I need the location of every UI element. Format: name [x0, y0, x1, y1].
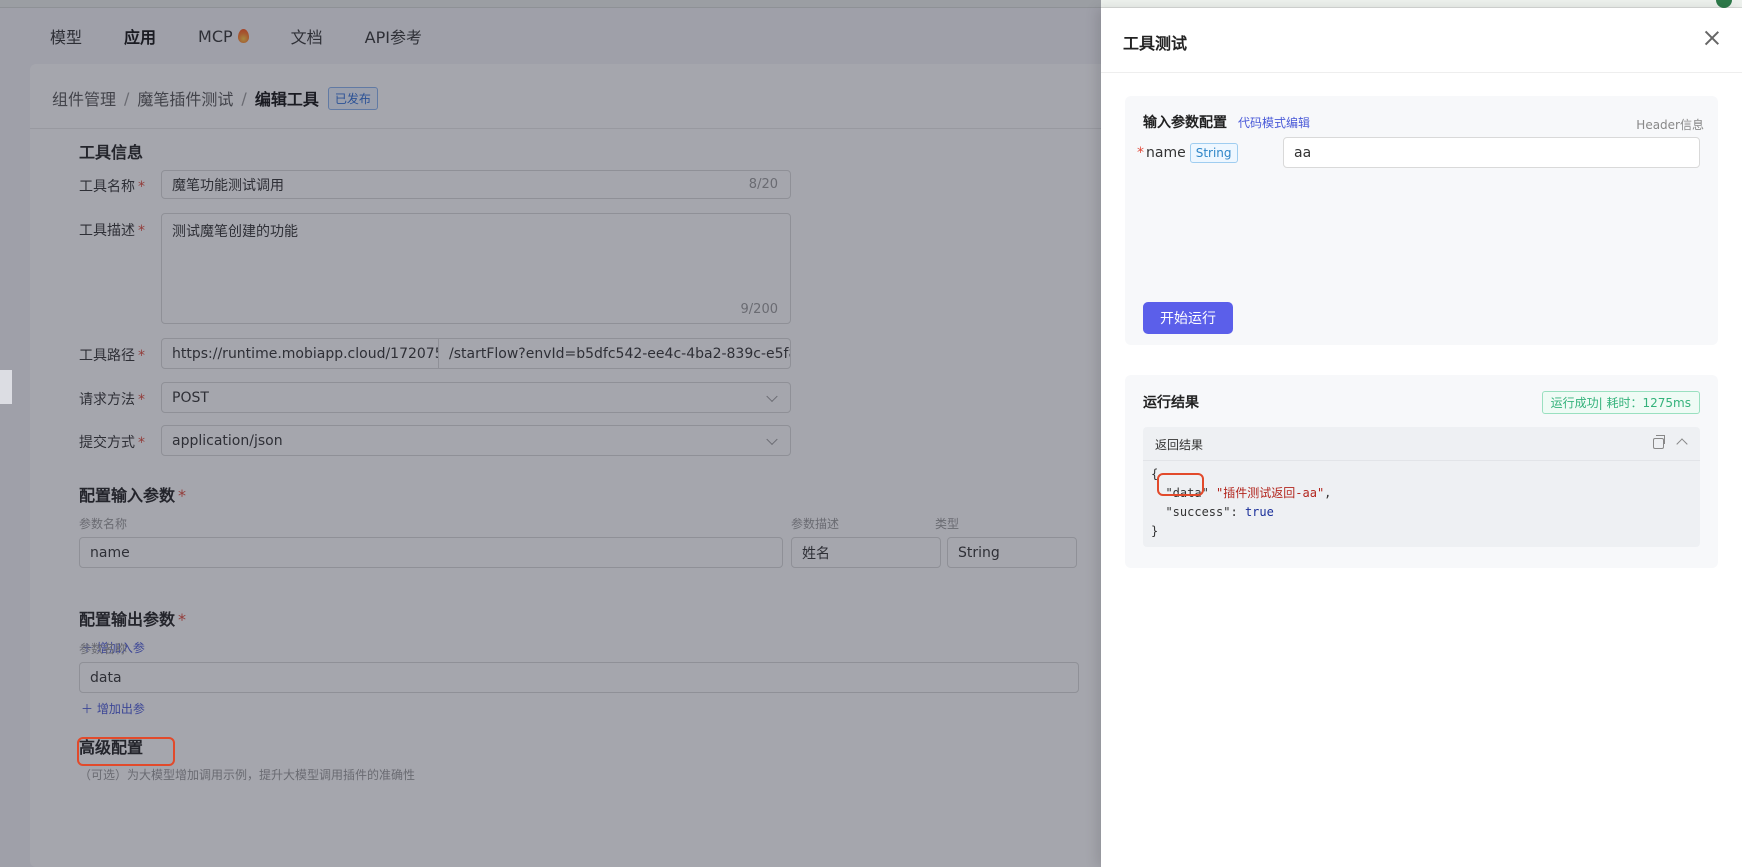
input-config-panel: 输入参数配置 代码模式编辑 Header信息 * name String aa …: [1125, 96, 1718, 345]
return-result-title: 返回结果: [1155, 438, 1204, 452]
return-result-header: 返回结果: [1143, 427, 1700, 461]
header-info-link[interactable]: Header信息: [1636, 116, 1704, 133]
param-type-tag: String: [1189, 143, 1238, 163]
param-value-input[interactable]: aa: [1283, 137, 1700, 168]
run-status-badge: 运行成功| 耗时：1275ms: [1541, 391, 1700, 414]
highlight-data-key: [1157, 473, 1204, 496]
code-mode-link[interactable]: 代码模式编辑: [1238, 114, 1310, 131]
return-result-box: 返回结果 { "data" "插件测试返回-aa", "success": tr…: [1143, 427, 1700, 547]
drawer-header: 工具测试: [1101, 8, 1742, 73]
left-edge-handle: [0, 370, 12, 404]
chevron-up-icon[interactable]: [1676, 438, 1688, 450]
drawer-title: 工具测试: [1123, 34, 1188, 53]
tool-test-drawer: 工具测试 输入参数配置 代码模式编辑 Header信息 * name Strin…: [1101, 8, 1742, 867]
highlight-output-param: [77, 737, 175, 766]
copy-icon[interactable]: [1653, 435, 1665, 449]
run-result-panel: 运行结果 运行成功| 耗时：1275ms 返回结果 { "data" "插件测试…: [1125, 375, 1718, 568]
param-name-label: * name String: [1137, 143, 1238, 163]
avatar[interactable]: [1716, 0, 1732, 8]
run-result-title: 运行结果: [1143, 395, 1199, 411]
input-config-title: 输入参数配置: [1143, 115, 1227, 131]
run-button[interactable]: 开始运行: [1143, 302, 1233, 334]
close-icon[interactable]: [1704, 30, 1720, 46]
